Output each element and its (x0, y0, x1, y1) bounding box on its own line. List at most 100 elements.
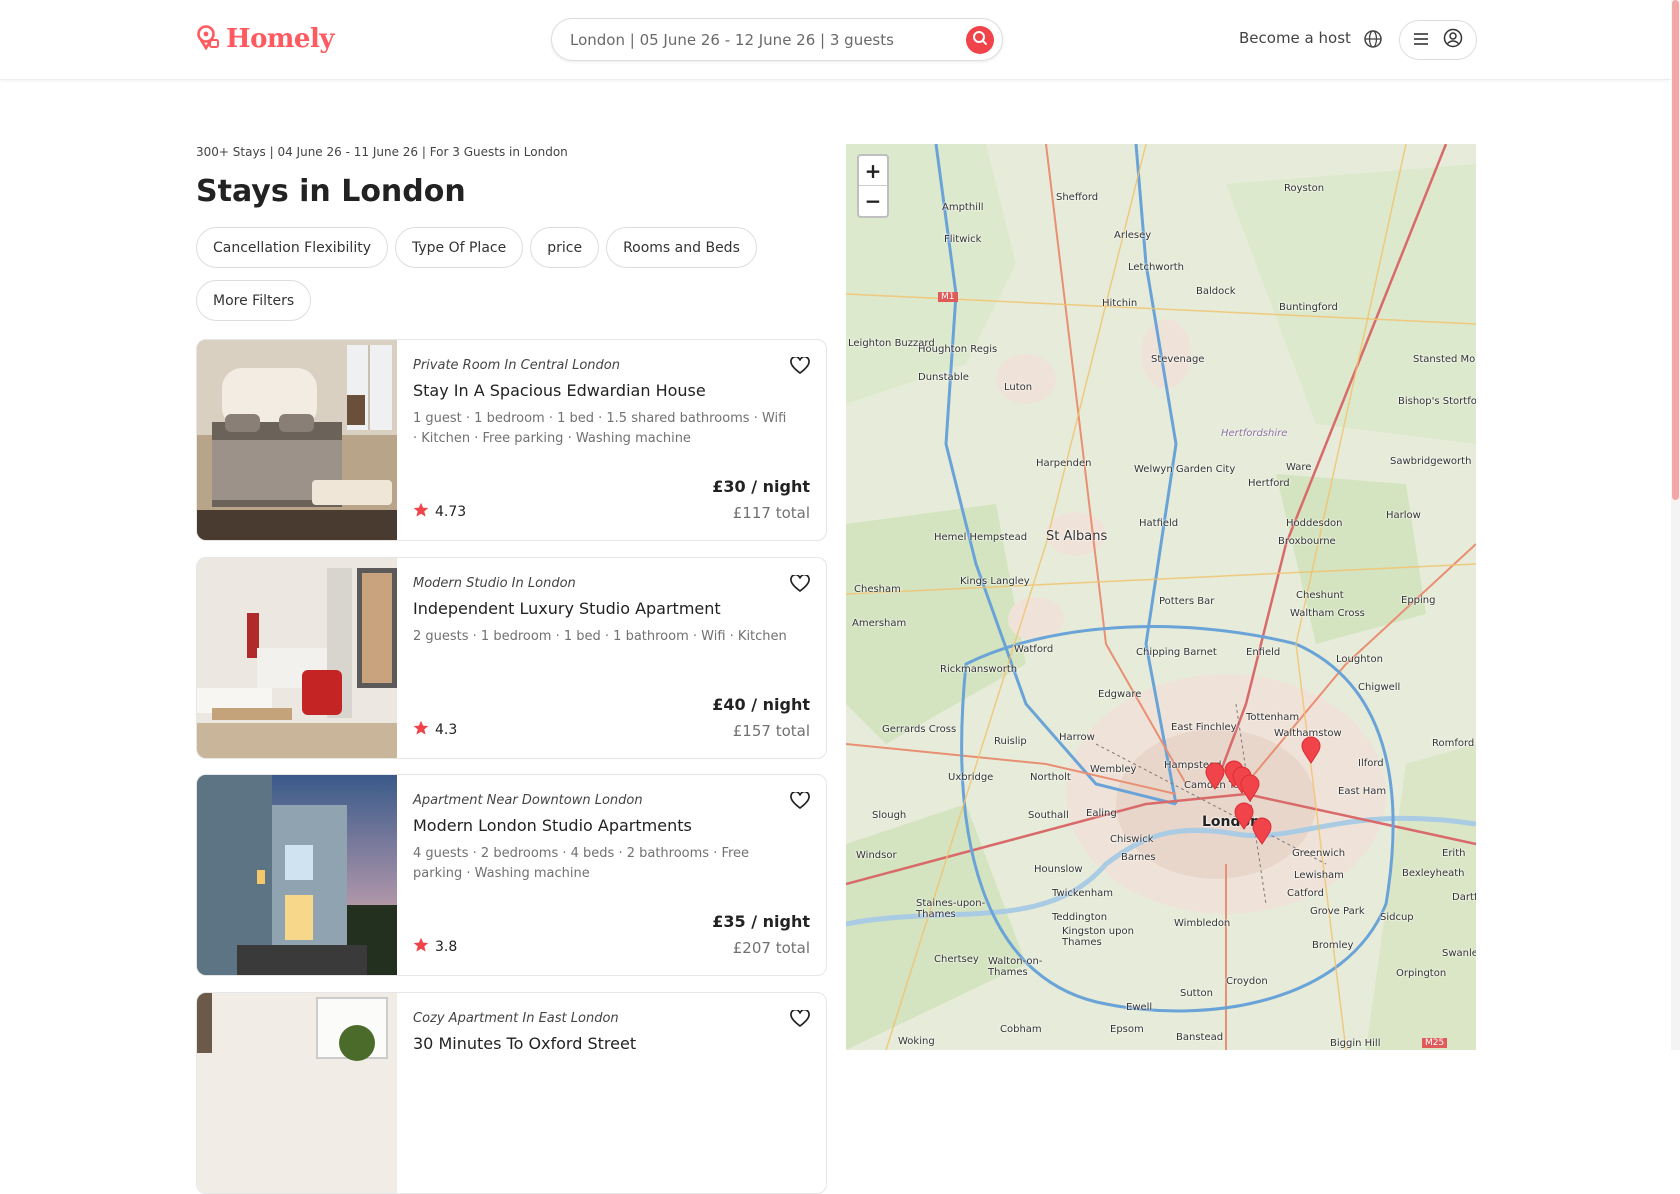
listing-title[interactable]: Modern London Studio Apartments (413, 816, 810, 835)
map-label: Romford (1432, 738, 1475, 749)
map-label: Amersham (852, 618, 907, 629)
map-label: Watford (1014, 644, 1054, 655)
hamburger-icon (1413, 31, 1429, 50)
filter-type-of-place[interactable]: Type Of Place (394, 227, 524, 268)
listing-photo[interactable] (197, 993, 397, 1193)
map-label: Broxbourne (1278, 536, 1336, 547)
map-label: Chesham (854, 584, 901, 595)
map-label: Teddington (1052, 912, 1108, 923)
listing-photo[interactable] (197, 558, 397, 758)
listing-title[interactable]: Stay In A Spacious Edwardian House (413, 381, 810, 400)
map-label: Stansted Mountfitchet (1413, 354, 1476, 365)
map-marker-icon[interactable] (1301, 736, 1321, 768)
map-label: Banstead (1176, 1032, 1224, 1043)
page-title: Stays in London (196, 174, 466, 209)
map-label: Shefford (1056, 192, 1099, 203)
listing-card[interactable]: Apartment Near Downtown London Modern Lo… (196, 774, 827, 976)
map-marker-icon[interactable] (1252, 817, 1272, 849)
become-host-link[interactable]: Become a host (1239, 29, 1351, 47)
map-label: Rickmansworth (940, 664, 1018, 675)
map-label: Chipping Barnet (1136, 647, 1217, 658)
search-summary-text: London | 05 June 26 - 12 June 26 | 3 gue… (570, 30, 894, 49)
rating-value: 4.3 (435, 722, 458, 738)
user-menu-button[interactable] (1399, 20, 1477, 60)
listing-title[interactable]: Independent Luxury Studio Apartment (413, 599, 810, 618)
map-label: Greenwich (1292, 848, 1346, 859)
star-icon (413, 720, 429, 740)
heart-icon[interactable] (790, 355, 810, 379)
map-label: Letchworth (1128, 262, 1184, 273)
map-label: Enfield (1246, 647, 1281, 658)
listing-amenities: 4 guests · 2 bedrooms · 4 beds · 2 bathr… (413, 846, 750, 881)
filter-cancellation[interactable]: Cancellation Flexibility (196, 227, 388, 268)
search-icon (972, 30, 988, 50)
map-label: Grove Park (1310, 906, 1365, 917)
map-label: Twickenham (1052, 888, 1114, 899)
map-label: Bexleyheath (1402, 868, 1465, 879)
listing-card[interactable]: Modern Studio In London Independent Luxu… (196, 557, 827, 759)
map-label: Lewisham (1294, 870, 1344, 881)
map-label: Bromley (1312, 940, 1354, 951)
map-marker-icon[interactable] (1205, 762, 1225, 794)
map-label: Sutton (1180, 988, 1213, 999)
map-label: Epsom (1110, 1024, 1144, 1035)
map-label: Ewell (1126, 1002, 1153, 1013)
map-label: Uxbridge (948, 772, 994, 783)
map-label: Croydon (1226, 976, 1268, 987)
listing-card[interactable]: Private Room In Central London Stay In A… (196, 339, 827, 541)
map-label: Walton-on-Thames (988, 956, 1043, 978)
map-label: Wembley (1090, 764, 1137, 775)
map-view[interactable]: Shefford Royston Ampthill Flitwick Arles… (846, 144, 1476, 1050)
zoom-in-button[interactable]: + (859, 156, 887, 186)
map-label: Ealing (1086, 808, 1117, 819)
map-label: Ware (1286, 462, 1312, 473)
map-label: Ampthill (942, 202, 984, 213)
map-label: Cheshunt (1296, 590, 1344, 601)
map-label: Epping (1401, 595, 1436, 606)
listing-photo[interactable] (197, 340, 397, 540)
map-label: Dartford (1452, 892, 1476, 903)
search-bar[interactable]: London | 05 June 26 - 12 June 26 | 3 gue… (551, 18, 1003, 61)
heart-icon[interactable] (790, 573, 810, 597)
map-label: Wimbledon (1174, 918, 1231, 929)
map-label: Catford (1287, 888, 1324, 899)
map-label: Baldock (1196, 286, 1236, 297)
map-label: Cobham (1000, 1024, 1042, 1035)
listing-title[interactable]: 30 Minutes To Oxford Street (413, 1034, 810, 1053)
map-label: Barnes (1121, 852, 1156, 863)
map-label: Hemel Hempstead (934, 532, 1028, 543)
listing-rating: 3.8 (413, 937, 457, 957)
pin-logo-icon (196, 24, 220, 54)
map-marker-icon[interactable] (1234, 802, 1254, 834)
page-scrollbar-thumb[interactable] (1672, 0, 1679, 500)
user-avatar-icon (1443, 28, 1463, 52)
map-label: East Ham (1338, 786, 1387, 797)
map-label: Chiswick (1110, 834, 1154, 845)
map-label: Dunstable (918, 372, 969, 383)
brand-name: Homely (226, 24, 334, 54)
map-zoom-control: + − (857, 154, 889, 218)
map-label: Biggin Hill (1330, 1038, 1381, 1049)
map-label: Waltham Cross (1290, 608, 1365, 619)
motorway-shield: M25 (1422, 1038, 1448, 1048)
search-button[interactable] (966, 26, 994, 54)
zoom-out-button[interactable]: − (859, 186, 887, 216)
filter-more[interactable]: More Filters (196, 280, 312, 321)
brand-logo[interactable]: Homely (196, 24, 334, 54)
heart-icon[interactable] (790, 1008, 810, 1032)
listing-photo[interactable] (197, 775, 397, 975)
globe-icon[interactable] (1363, 29, 1383, 53)
map-label: Royston (1284, 183, 1325, 194)
map-label: Sidcup (1380, 912, 1414, 923)
map-label: Edgware (1098, 689, 1142, 700)
heart-icon[interactable] (790, 790, 810, 814)
map-label: Slough (872, 810, 907, 821)
filter-price[interactable]: price (530, 227, 600, 268)
filter-bar: Cancellation Flexibility Type Of Place p… (196, 227, 836, 321)
listing-total: £157 total (732, 722, 810, 740)
listing-total: £117 total (732, 504, 810, 522)
listing-card[interactable]: Cozy Apartment In East London 30 Minutes… (196, 992, 827, 1194)
map-label: Hertfordshire (1221, 428, 1288, 439)
map-label: Bishop's Stortford (1398, 396, 1476, 407)
filter-rooms-beds[interactable]: Rooms and Beds (606, 227, 757, 268)
